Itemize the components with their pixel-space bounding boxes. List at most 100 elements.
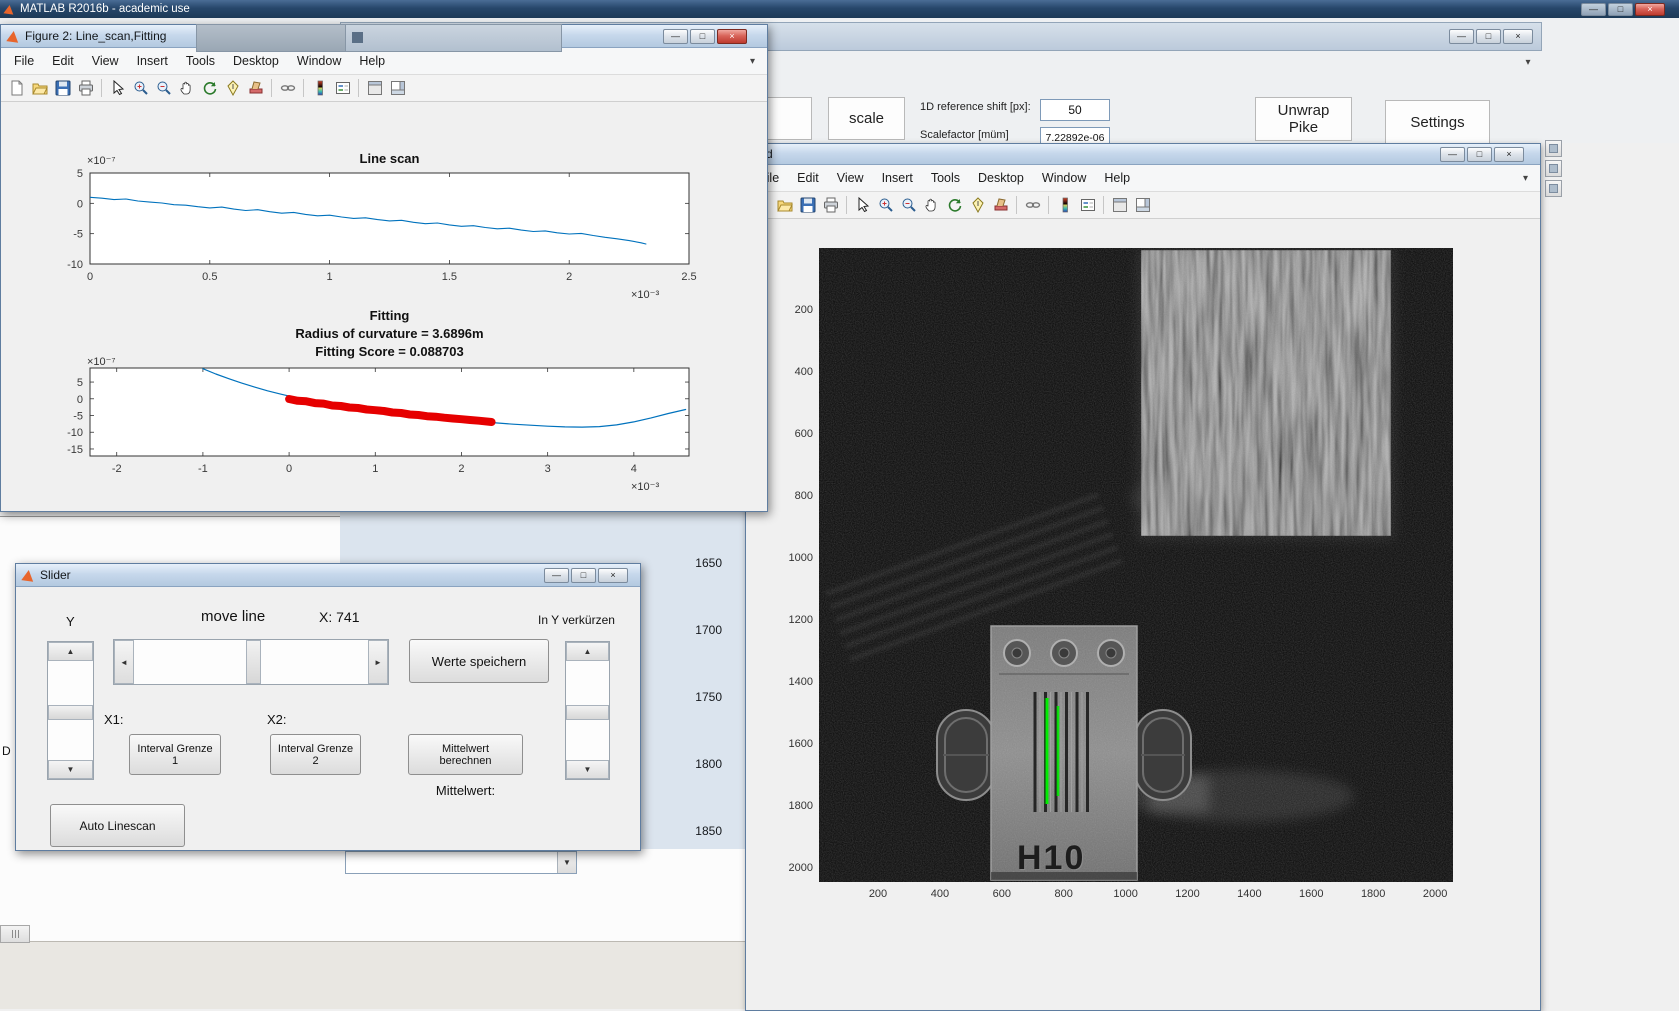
dropdown-arrow-icon[interactable]: ▼ [557,852,576,873]
scroll-right-icon[interactable]: ► [368,640,388,684]
scroll-up-icon[interactable]: ▲ [48,642,93,661]
figure2-window[interactable]: Figure 2: Line_scan,Fitting — □ × File Ed… [0,24,768,512]
rotate-3d-icon[interactable] [198,77,221,99]
figure2-maximize-button[interactable]: □ [690,28,715,44]
main-minimize-button[interactable]: — [1581,2,1606,16]
menu-tools[interactable]: Tools [177,50,224,72]
scroll-track[interactable] [566,661,609,760]
brush-icon[interactable] [989,194,1012,216]
insert-legend-icon[interactable] [331,77,354,99]
background-maximize-button[interactable]: □ [1476,29,1501,44]
menu-insert[interactable]: Insert [128,50,177,72]
slider-close-button[interactable]: × [598,567,628,583]
figure-maximize-button[interactable]: □ [1467,146,1492,162]
scroll-track[interactable] [134,640,368,684]
menu-help[interactable]: Help [350,50,394,72]
background-minimize-button[interactable]: — [1449,29,1474,44]
new-figure-icon[interactable] [5,77,28,99]
show-plot-tools-icon[interactable] [386,77,409,99]
scale-button[interactable]: scale [828,97,905,140]
edit-plot-icon[interactable] [851,194,874,216]
background-close-button[interactable]: × [1503,29,1533,44]
menu-file[interactable]: File [5,50,43,72]
data-cursor-icon[interactable] [221,77,244,99]
menu-desktop[interactable]: Desktop [969,167,1033,189]
y-slider-left[interactable]: ▲ ▼ [47,641,94,780]
move-line-slider[interactable]: ◄ ► [113,639,389,685]
link-plot-icon[interactable] [276,77,299,99]
scroll-thumb[interactable] [566,704,609,720]
menu-view[interactable]: View [828,167,873,189]
insert-legend-icon[interactable] [1076,194,1099,216]
main-window-titlebar[interactable]: MATLAB R2016b - academic use — □ × [0,0,1679,18]
menu-edit[interactable]: Edit [43,50,83,72]
right-figure-window[interactable]: d — □ × File Edit View Insert Tools Desktop Wi… [745,143,1541,1011]
main-maximize-button[interactable]: □ [1608,2,1633,16]
menu-overflow-icon[interactable]: ▾ [1523,173,1528,184]
figure2-minimize-button[interactable]: — [663,28,688,44]
interval-limit-1-button[interactable]: Interval Grenze 1 [129,734,221,775]
zoom-in-icon[interactable] [874,194,897,216]
brush-icon[interactable] [244,77,267,99]
zoom-out-icon[interactable] [152,77,175,99]
scroll-track[interactable] [48,661,93,760]
compute-mean-button[interactable]: Mittelwert berechnen [408,734,523,775]
hide-plot-tools-icon[interactable] [363,77,386,99]
print-figure-icon[interactable] [819,194,842,216]
unwrap-pike-button[interactable]: Unwrap Pike [1255,97,1352,141]
open-file-icon[interactable] [773,194,796,216]
menu-insert[interactable]: Insert [873,167,922,189]
slider-window[interactable]: Slider — □ × Y move line X: 741 In Y ver… [15,563,641,851]
slider-titlebar[interactable]: Slider — □ × [16,564,640,587]
figure-minimize-button[interactable]: — [1440,146,1465,162]
save-figure-icon[interactable] [51,77,74,99]
save-values-button[interactable]: Werte speichern [409,639,549,683]
background-menu-overflow-icon[interactable]: ▾ [1520,57,1536,73]
scroll-down-icon[interactable]: ▼ [48,760,93,779]
link-plot-icon[interactable] [1021,194,1044,216]
main-close-button[interactable]: × [1635,2,1665,16]
figure2-close-button[interactable]: × [717,28,747,44]
print-figure-icon[interactable] [74,77,97,99]
ref-shift-input[interactable]: 50 [1040,99,1110,121]
menu-window[interactable]: Window [1033,167,1095,189]
side-panel-button[interactable] [1545,180,1562,197]
menu-tools[interactable]: Tools [922,167,969,189]
menu-help[interactable]: Help [1095,167,1139,189]
scroll-left-icon[interactable]: ◄ [114,640,134,684]
side-panel-button[interactable] [1545,160,1562,177]
insert-colorbar-icon[interactable] [308,77,331,99]
insert-colorbar-icon[interactable] [1053,194,1076,216]
scrollbar-fragment[interactable] [0,925,30,943]
zoom-in-icon[interactable] [129,77,152,99]
y-slider-right[interactable]: ▲ ▼ [565,641,610,780]
pan-icon[interactable] [175,77,198,99]
settings-button[interactable]: Settings [1385,100,1490,144]
slider-minimize-button[interactable]: — [544,567,569,583]
menu-overflow-icon[interactable]: ▾ [750,56,755,67]
menu-view[interactable]: View [83,50,128,72]
interval-limit-2-button[interactable]: Interval Grenze 2 [270,734,361,775]
edit-plot-icon[interactable] [106,77,129,99]
scroll-thumb[interactable] [246,640,262,684]
save-figure-icon[interactable] [796,194,819,216]
pan-icon[interactable] [920,194,943,216]
slider-maximize-button[interactable]: □ [571,567,596,583]
data-cursor-icon[interactable] [966,194,989,216]
open-file-icon[interactable] [28,77,51,99]
side-panel-button[interactable] [1545,140,1562,157]
scroll-up-icon[interactable]: ▲ [566,642,609,661]
menu-edit[interactable]: Edit [788,167,828,189]
menu-window[interactable]: Window [288,50,350,72]
hide-plot-tools-icon[interactable] [1108,194,1131,216]
auto-linescan-button[interactable]: Auto Linescan [50,804,185,847]
scroll-down-icon[interactable]: ▼ [566,760,609,779]
figure-close-button[interactable]: × [1494,146,1524,162]
zoom-out-icon[interactable] [897,194,920,216]
right-figure-titlebar[interactable]: d — □ × [746,144,1540,165]
menu-desktop[interactable]: Desktop [224,50,288,72]
show-plot-tools-icon[interactable] [1131,194,1154,216]
rotate-3d-icon[interactable] [943,194,966,216]
value-dropdown[interactable]: ▼ [345,851,577,874]
scroll-thumb[interactable] [48,704,93,720]
